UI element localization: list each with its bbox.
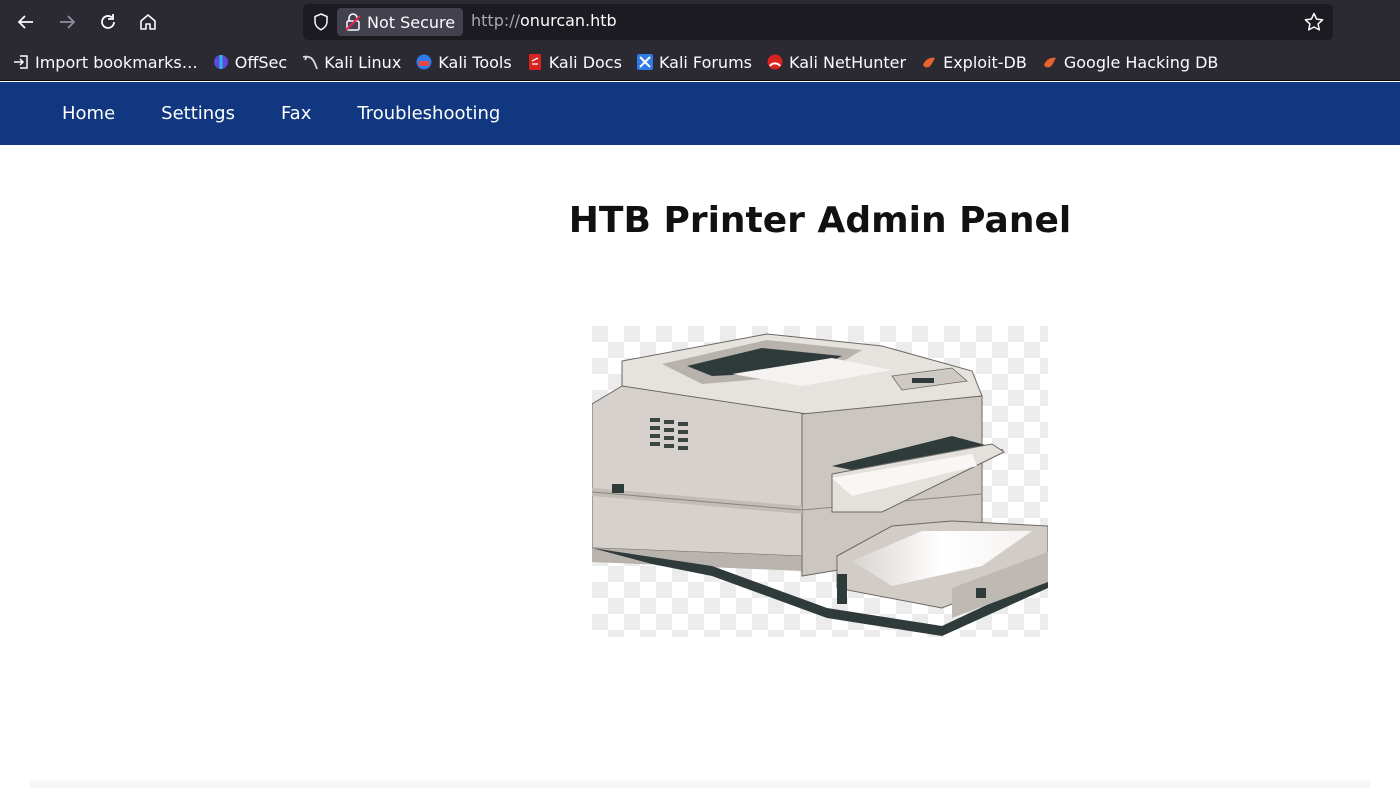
bookmark-label: OffSec [234,52,288,72]
page-footer-shadow [30,780,1370,788]
bookmark-kali-docs[interactable]: Kali Docs [526,53,622,72]
reload-icon [101,14,115,29]
bookmark-label: Kali Forums [658,52,752,72]
page-title: HTB Printer Admin Panel [568,200,1072,241]
nethunter-icon [766,53,784,71]
bookmark-label: Kali NetHunter [789,52,907,72]
nav-settings[interactable]: Settings [161,103,235,124]
bookmark-label: Import bookmarks… [35,52,198,72]
url-text[interactable]: http://onurcan.htb [471,11,617,30]
bookmark-label: Kali Linux [324,52,402,72]
offsec-icon [212,53,230,71]
laser-printer-image [592,326,1048,637]
kali-forums-icon [636,53,654,71]
bookmark-kali-linux[interactable]: Kali Linux [301,53,401,72]
bookmark-import[interactable]: Import bookmarks… [12,53,198,72]
nav-home[interactable]: Home [62,103,115,124]
printer-image [592,326,1048,637]
bookmark-google-hacking-db[interactable]: Google Hacking DB [1041,52,1219,72]
nav-fax[interactable]: Fax [281,103,311,124]
bookmark-label: Exploit-DB [943,52,1027,72]
import-icon [12,53,30,71]
home-button[interactable] [134,8,162,36]
exploit-db-icon [920,53,938,71]
back-button[interactable] [12,8,40,36]
url-bar[interactable]: Not Secure http://onurcan.htb [303,4,1333,40]
forward-arrow-icon [60,15,76,29]
security-indicator[interactable]: Not Secure [337,8,463,36]
bookmark-kali-nethunter[interactable]: Kali NetHunter [766,53,906,72]
bookmark-star-icon[interactable] [1303,11,1325,33]
bookmark-offsec[interactable]: OffSec [212,53,287,72]
site-nav-bar: Home Settings Fax Troubleshooting [0,82,1400,145]
tracking-shield-icon[interactable] [311,12,331,32]
security-label: Not Secure [367,12,456,32]
bookmark-label: Kali Tools [438,52,512,72]
kali-docs-icon [526,53,544,71]
bookmark-kali-forums[interactable]: Kali Forums [636,53,752,72]
back-arrow-icon [17,15,33,29]
bookmark-label: Kali Docs [548,52,622,72]
home-icon [140,14,156,30]
forward-button[interactable] [53,8,81,36]
nav-troubleshooting[interactable]: Troubleshooting [357,103,500,124]
reload-button[interactable] [94,8,122,36]
url-protocol: http:// [471,11,521,30]
bookmark-exploit-db[interactable]: Exploit-DB [920,53,1027,72]
kali-dragon-icon [301,53,319,71]
bookmarks-bar: Import bookmarks… OffSec Kali Linux Kali… [0,44,1400,81]
browser-toolbar: Not Secure http://onurcan.htb [0,0,1400,44]
bookmark-kali-tools[interactable]: Kali Tools [415,52,512,72]
insecure-lock-icon [345,13,361,31]
kali-tools-icon [415,53,433,71]
ghdb-icon [1041,53,1059,71]
url-host: onurcan.htb [520,11,617,30]
bookmark-label: Google Hacking DB [1063,52,1219,72]
